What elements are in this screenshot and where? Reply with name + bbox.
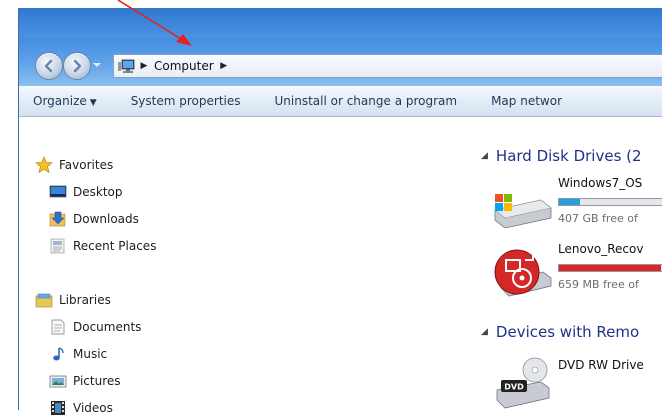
nav-recent-places-label: Recent Places [73, 239, 157, 253]
system-properties-button[interactable]: System properties [117, 94, 261, 108]
breadcrumb-chevron-icon[interactable]: ▶ [138, 61, 150, 71]
map-network-drive-button[interactable]: Map networ [477, 94, 582, 108]
organize-label: Organize [33, 94, 87, 108]
nav-documents-label: Documents [73, 320, 142, 334]
nav-recent-places[interactable]: Recent Places [49, 236, 156, 256]
dvd-rw-drive[interactable]: DVD DVD RW Drive [491, 352, 662, 410]
drive-windows7-os-name: Windows7_OS [558, 176, 643, 190]
removable-devices-title: Devices with Remo [495, 323, 640, 341]
drive-lenovo-recovery-free-space: 659 MB free of [558, 278, 639, 291]
nav-pictures[interactable]: Pictures [49, 371, 121, 391]
recovery-drive-icon [494, 249, 552, 297]
nav-downloads-label: Downloads [73, 212, 139, 226]
breadcrumb-chevron-icon[interactable]: ▶ [218, 61, 230, 71]
recent-places-icon [50, 238, 65, 254]
forward-button[interactable] [63, 52, 91, 80]
videos-icon [51, 401, 65, 415]
back-arrow-icon [44, 59, 53, 73]
collapse-triangle-icon[interactable]: ◢ [481, 151, 488, 161]
drive-lenovo-recovery-usage-bar [558, 264, 662, 272]
nav-libraries-label: Libraries [59, 293, 111, 307]
uninstall-program-button[interactable]: Uninstall or change a program [261, 94, 478, 108]
address-bar[interactable]: ▶ Computer ▶ [113, 54, 662, 78]
nav-documents[interactable]: Documents [49, 317, 141, 337]
pictures-icon [49, 375, 67, 388]
hard-disk-drives-header[interactable]: ◢ Hard Disk Drives (2 [481, 147, 642, 165]
drive-windows7-os-usage-bar [558, 198, 662, 206]
explorer-window: ▶ Computer ▶ Organize ▼ System properties… [18, 8, 662, 415]
navigation-pane: Favorites Desktop Downloads Recent Place… [19, 117, 459, 415]
nav-videos[interactable]: Videos [49, 398, 113, 418]
recent-pages-dropdown-icon[interactable] [92, 60, 102, 70]
dvd-badge-label: DVD [504, 383, 524, 392]
music-note-icon [53, 347, 64, 361]
drive-windows7-os[interactable]: Windows7_OS 407 GB free of [491, 176, 662, 232]
organize-button[interactable]: Organize ▼ [19, 94, 117, 108]
drive-windows7-os-usage-fill [559, 199, 580, 205]
nav-desktop-label: Desktop [73, 185, 123, 199]
libraries-icon [35, 293, 53, 308]
nav-libraries[interactable]: Libraries [35, 290, 111, 310]
nav-music-label: Music [73, 347, 108, 361]
nav-favorites-label: Favorites [59, 158, 114, 172]
back-button[interactable] [35, 52, 63, 80]
forward-arrow-icon [73, 59, 82, 73]
command-bar: Organize ▼ System properties Uninstall or… [19, 86, 662, 117]
windows-hard-drive-icon [494, 194, 552, 228]
drive-windows7-os-free-space: 407 GB free of [558, 212, 638, 225]
nav-music[interactable]: Music [49, 344, 107, 364]
nav-videos-label: Videos [73, 401, 113, 415]
nav-favorites[interactable]: Favorites [35, 155, 113, 175]
hard-disk-drives-title: Hard Disk Drives (2 [495, 147, 642, 165]
collapse-triangle-icon[interactable]: ◢ [481, 327, 488, 337]
documents-icon [51, 319, 65, 335]
drive-lenovo-recovery-usage-fill [559, 265, 661, 271]
dvd-rw-drive-name: DVD RW Drive [558, 358, 644, 372]
breadcrumb-computer[interactable]: Computer [150, 59, 218, 73]
drive-lenovo-recovery-name: Lenovo_Recov [558, 242, 644, 256]
nav-pictures-label: Pictures [73, 374, 121, 388]
removable-devices-header[interactable]: ◢ Devices with Remo [481, 323, 639, 341]
drive-lenovo-recovery[interactable]: Lenovo_Recov 659 MB free of [491, 242, 662, 302]
nav-desktop[interactable]: Desktop [49, 182, 123, 202]
dvd-drive-icon: DVD [496, 357, 550, 409]
nav-downloads[interactable]: Downloads [49, 209, 139, 229]
desktop-icon [49, 185, 67, 198]
star-icon [35, 156, 53, 174]
downloads-folder-icon [49, 211, 66, 227]
chevron-down-icon: ▼ [89, 98, 97, 108]
computer-icon [118, 59, 135, 73]
